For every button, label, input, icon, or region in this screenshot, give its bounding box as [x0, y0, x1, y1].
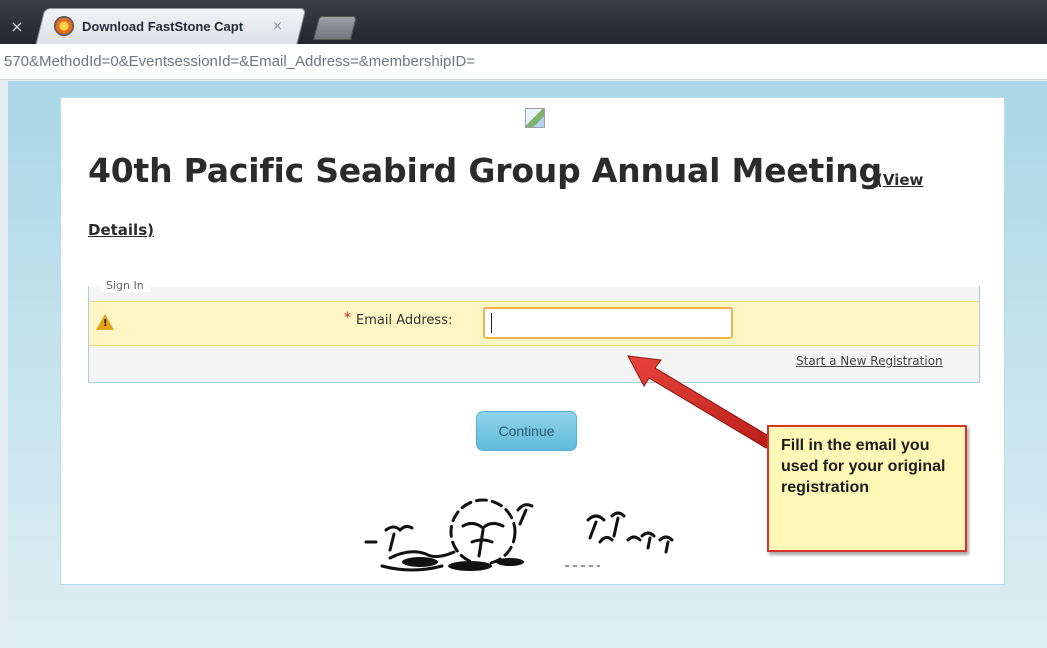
broken-image-icon: [525, 108, 545, 128]
page-title: 40th Pacific Seabird Group Annual Meetin…: [88, 151, 882, 190]
view-details-link[interactable]: (View: [876, 171, 923, 189]
signin-legend: Sign In: [100, 279, 150, 292]
start-new-registration-link[interactable]: Start a New Registration: [796, 354, 943, 368]
url-text[interactable]: 570&MethodId=0&EventsessionId=&Email_Add…: [4, 53, 475, 70]
warning-exclamation: !: [103, 318, 108, 329]
address-bar[interactable]: 570&MethodId=0&EventsessionId=&Email_Add…: [0, 44, 1047, 80]
fieldset-legend-background: [89, 279, 979, 287]
browser-tab-bar: × Download FastStone Capt ×: [0, 0, 1047, 44]
text-caret: [491, 313, 492, 333]
required-marker: *: [344, 310, 351, 326]
email-field[interactable]: [483, 307, 733, 339]
active-tab-content[interactable]: Download FastStone Capt ×: [54, 12, 294, 40]
close-tab-icon[interactable]: ×: [4, 14, 30, 40]
view-details-link-continued[interactable]: Details): [88, 221, 154, 239]
instruction-callout: Fill in the email you used for your orig…: [767, 425, 967, 552]
new-tab-button[interactable]: [313, 16, 357, 40]
faststone-favicon-icon: [54, 16, 74, 36]
continue-button[interactable]: Continue: [476, 411, 577, 451]
email-label: Email Address:: [356, 313, 453, 328]
close-tab-icon[interactable]: ×: [272, 19, 283, 34]
seabird-logo-image: [364, 498, 674, 572]
tab-title: Download FastStone Capt: [82, 18, 244, 34]
